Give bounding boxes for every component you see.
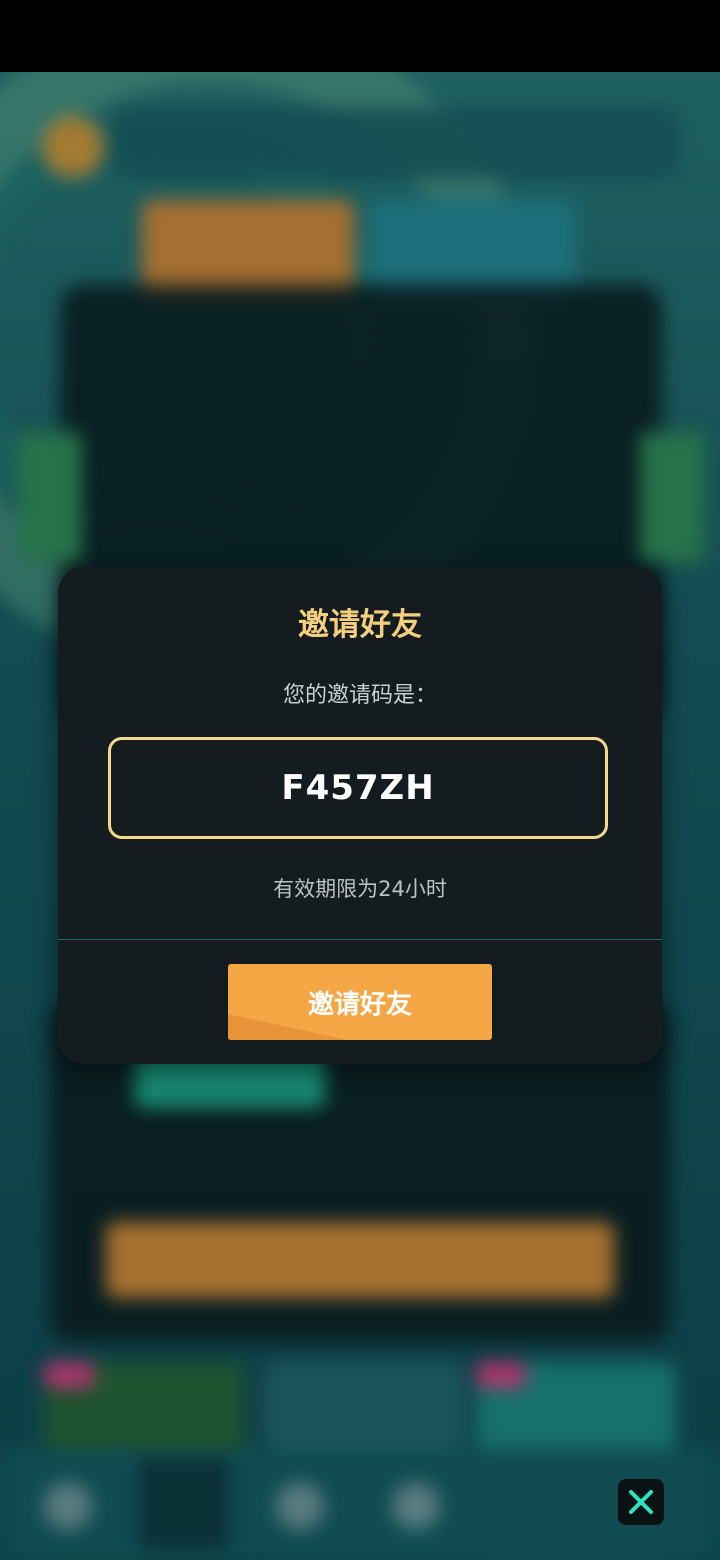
divider: [58, 939, 662, 940]
invite-friends-button-label: 邀请好友: [307, 989, 412, 1020]
invite-code-box[interactable]: F457ZH: [108, 737, 608, 839]
validity-note: 有效期限为24小时: [273, 877, 447, 901]
invite-code-prompt: 您的邀请码是：: [282, 683, 437, 708]
status-bar: [0, 0, 720, 72]
dialog-title: 邀请好友: [298, 607, 422, 643]
close-button[interactable]: [618, 1479, 664, 1525]
invite-friends-button[interactable]: 邀请好友: [228, 964, 492, 1040]
invite-code[interactable]: F457ZH: [281, 768, 434, 808]
close-icon: [629, 1490, 653, 1514]
invite-dialog: 邀请好友 您的邀请码是： F457ZH 有效期限为24小时 邀请好友: [58, 567, 662, 1064]
